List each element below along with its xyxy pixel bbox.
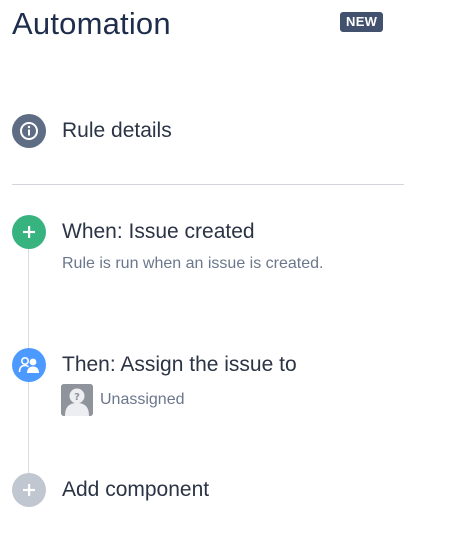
- trigger-title: When: Issue created: [62, 220, 255, 243]
- header: Automation NEW: [12, 4, 392, 44]
- rule-details-label: Rule details: [62, 119, 172, 142]
- add-plus-icon: [12, 473, 46, 507]
- trigger-step[interactable]: When: Issue created Rule is run when an …: [12, 215, 404, 281]
- unassigned-avatar-icon: ?: [61, 384, 93, 416]
- assignee-name: Unassigned: [100, 391, 185, 408]
- page-title: Automation: [12, 6, 171, 41]
- assign-user-icon: [12, 348, 46, 382]
- svg-text:?: ?: [74, 392, 80, 403]
- new-badge: NEW: [340, 12, 384, 32]
- trigger-description: Rule is run when an issue is created.: [62, 255, 324, 272]
- add-component-label: Add component: [62, 478, 210, 501]
- action-title: Then: Assign the issue to: [62, 353, 297, 376]
- rule-details-item[interactable]: Rule details: [12, 114, 404, 148]
- divider: [12, 184, 404, 185]
- plus-icon: [12, 215, 46, 249]
- add-component-button[interactable]: Add component: [12, 473, 404, 507]
- info-icon: [12, 114, 46, 148]
